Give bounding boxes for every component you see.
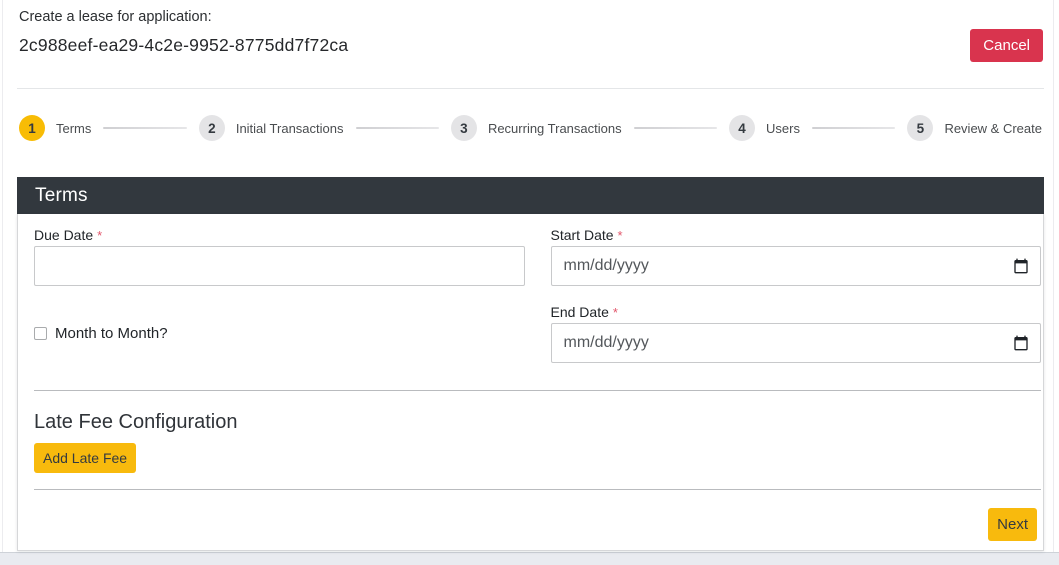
step-label: Users bbox=[766, 121, 800, 136]
page-container: Create a lease for application: 2c988eef… bbox=[2, 0, 1054, 552]
month-to-month-checkbox[interactable] bbox=[34, 327, 47, 340]
calendar-icon[interactable] bbox=[1013, 335, 1029, 351]
step-label: Terms bbox=[56, 121, 91, 136]
date-placeholder: mm/dd/yyyy bbox=[564, 257, 649, 275]
stepper-step-review-create[interactable]: 5 Review & Create bbox=[907, 115, 1042, 141]
calendar-icon[interactable] bbox=[1013, 258, 1029, 274]
application-id: 2c988eef-ea29-4c2e-9952-8775dd7f72ca bbox=[19, 35, 1044, 56]
step-number-badge: 5 bbox=[907, 115, 933, 141]
stepper-connector bbox=[812, 127, 895, 129]
required-asterisk: * bbox=[613, 305, 618, 320]
due-date-label: Due Date* bbox=[34, 227, 525, 243]
stepper-step-recurring-transactions[interactable]: 3 Recurring Transactions bbox=[451, 115, 622, 141]
section-title: Terms bbox=[35, 185, 88, 207]
step-number-badge: 3 bbox=[451, 115, 477, 141]
terms-form-card: Due Date* Start Date* mm/dd/yyyy bbox=[17, 214, 1044, 551]
stepper-step-users[interactable]: 4 Users bbox=[729, 115, 800, 141]
end-date-field-group: End Date* mm/dd/yyyy bbox=[551, 304, 1042, 363]
stepper-step-terms[interactable]: 1 Terms bbox=[19, 115, 91, 141]
page-header: Create a lease for application: 2c988eef… bbox=[17, 0, 1044, 89]
end-date-label: End Date* bbox=[551, 304, 1042, 320]
step-number-badge: 4 bbox=[729, 115, 755, 141]
footer-divider bbox=[34, 489, 1041, 490]
month-to-month-field-group: Month to Month? bbox=[34, 325, 525, 342]
page-bottom-strip bbox=[0, 552, 1059, 565]
section-divider bbox=[34, 390, 1041, 391]
start-date-input[interactable]: mm/dd/yyyy bbox=[551, 246, 1042, 286]
due-date-field-group: Due Date* bbox=[34, 227, 525, 286]
due-date-input[interactable] bbox=[34, 246, 525, 286]
step-number-badge: 1 bbox=[19, 115, 45, 141]
step-label: Recurring Transactions bbox=[488, 121, 622, 136]
stepper-connector bbox=[634, 127, 717, 129]
terms-form-grid: Due Date* Start Date* mm/dd/yyyy bbox=[34, 227, 1041, 363]
required-asterisk: * bbox=[97, 228, 102, 243]
step-number-badge: 2 bbox=[199, 115, 225, 141]
stepper-connector bbox=[103, 127, 186, 129]
step-label: Review & Create bbox=[944, 121, 1042, 136]
start-date-field-group: Start Date* mm/dd/yyyy bbox=[551, 227, 1042, 286]
wizard-stepper: 1 Terms 2 Initial Transactions 3 Recurri… bbox=[17, 89, 1044, 167]
start-date-label: Start Date* bbox=[551, 227, 1042, 243]
end-date-input[interactable]: mm/dd/yyyy bbox=[551, 323, 1042, 363]
month-to-month-label[interactable]: Month to Month? bbox=[55, 325, 168, 342]
next-button[interactable]: Next bbox=[988, 508, 1037, 541]
date-placeholder: mm/dd/yyyy bbox=[564, 334, 649, 352]
page-title: Create a lease for application: bbox=[19, 9, 1044, 25]
late-fee-heading: Late Fee Configuration bbox=[34, 411, 1041, 434]
stepper-step-initial-transactions[interactable]: 2 Initial Transactions bbox=[199, 115, 344, 141]
cancel-button[interactable]: Cancel bbox=[970, 29, 1043, 62]
step-label: Initial Transactions bbox=[236, 121, 344, 136]
card-footer: Next bbox=[34, 508, 1041, 541]
required-asterisk: * bbox=[618, 228, 623, 243]
stepper-connector bbox=[356, 127, 439, 129]
add-late-fee-button[interactable]: Add Late Fee bbox=[34, 443, 136, 473]
section-header-terms: Terms bbox=[17, 177, 1044, 214]
